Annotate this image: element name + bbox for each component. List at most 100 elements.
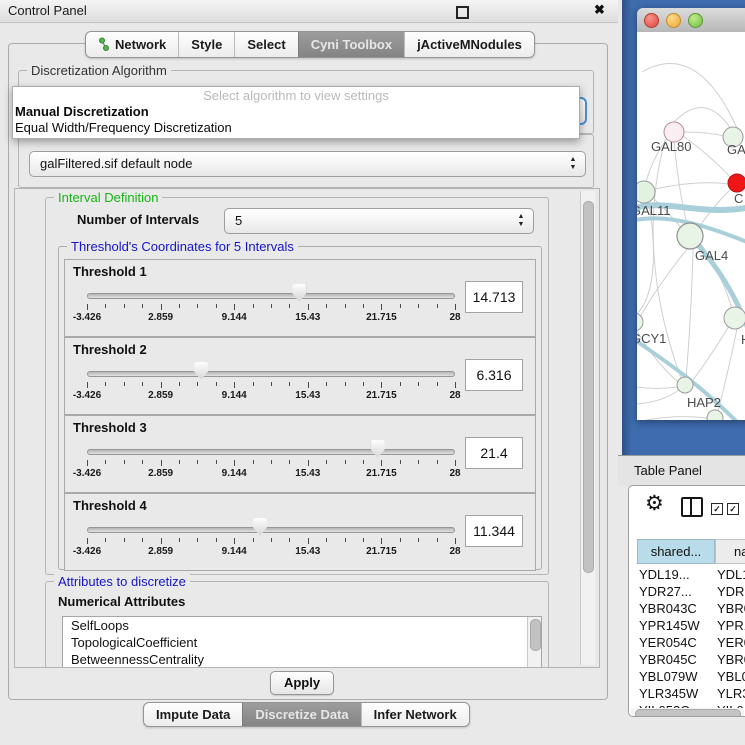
- node-partial-bottom[interactable]: [707, 410, 723, 420]
- zoom-traffic-light-icon[interactable]: [688, 13, 703, 28]
- tab-network[interactable]: Network: [86, 32, 178, 57]
- slider-tick-label: 9.144: [222, 312, 247, 323]
- threshold-1-value[interactable]: 14.713: [465, 281, 523, 313]
- tab-style[interactable]: Style: [178, 32, 234, 57]
- slider-tick: [437, 460, 438, 464]
- slider-thumb[interactable]: [371, 440, 385, 458]
- tab-impute-data-label: Impute Data: [156, 703, 230, 726]
- slider-tick: [216, 538, 217, 542]
- threshold-2-slider[interactable]: -3.4262.8599.14415.4321.71528: [87, 338, 455, 414]
- close-traffic-light-icon[interactable]: [644, 13, 659, 28]
- node-selected-red[interactable]: [728, 174, 745, 192]
- slider-tick-label: 28: [449, 546, 460, 557]
- network-icon: [98, 37, 110, 52]
- checkbox-icon[interactable]: ✓: [711, 503, 723, 515]
- apply-button[interactable]: Apply: [270, 671, 334, 695]
- split-pane-icon[interactable]: [681, 497, 703, 517]
- threshold-4-value[interactable]: 11.344: [465, 515, 523, 547]
- checkbox-icon[interactable]: ✓: [727, 503, 739, 515]
- threshold-4-panel: Threshold 4 -3.4262.8599.14415.4321.7152…: [64, 493, 536, 571]
- number-of-intervals-combobox[interactable]: 5 ▲▼: [224, 208, 534, 234]
- tab-cyni-toolbox-label: Cyni Toolbox: [311, 32, 392, 57]
- list-item[interactable]: BetweennessCentrality: [63, 651, 541, 668]
- slider-tick-label: -3.426: [73, 468, 101, 479]
- slider-thumb[interactable]: [253, 518, 267, 536]
- minimize-traffic-light-icon[interactable]: [666, 13, 681, 28]
- table-row[interactable]: YDL19...YDL1: [629, 566, 745, 583]
- close-icon[interactable]: ✖: [594, 2, 605, 18]
- node-gal4[interactable]: [677, 223, 703, 249]
- tab-impute-data[interactable]: Impute Data: [144, 703, 242, 726]
- threshold-3-value[interactable]: 21.4: [465, 437, 523, 469]
- slider-tick: [253, 538, 254, 542]
- cell-name: YLR3: [717, 685, 745, 702]
- table-row[interactable]: YBR045CYBR0: [629, 651, 745, 668]
- tab-cyni-toolbox[interactable]: Cyni Toolbox: [298, 32, 404, 57]
- list-scrollbar-thumb[interactable]: [530, 619, 541, 651]
- tab-style-label: Style: [191, 32, 222, 57]
- threshold-1-slider[interactable]: -3.4262.8599.14415.4321.71528: [87, 260, 455, 336]
- combo-arrows-icon: ▲▼: [568, 156, 578, 172]
- slider-tick: [345, 382, 346, 386]
- table-row[interactable]: YER054CYER0: [629, 634, 745, 651]
- tab-discretize-data[interactable]: Discretize Data: [242, 703, 360, 726]
- dropdown-option-manual[interactable]: Manual Discretization: [13, 104, 579, 120]
- threshold-3-slider[interactable]: -3.4262.8599.14415.4321.71528: [87, 416, 455, 492]
- slider-track[interactable]: [87, 293, 455, 299]
- threshold-4-slider[interactable]: -3.4262.8599.14415.4321.71528: [87, 494, 455, 570]
- slider-thumb[interactable]: [194, 362, 208, 380]
- numerical-attributes-list[interactable]: SelfLoops TopologicalCoefficient Between…: [62, 616, 542, 668]
- column-header-shared-name[interactable]: shared...: [637, 539, 715, 564]
- table-scrollbar-thumb[interactable]: [635, 709, 741, 717]
- slider-tick: [179, 382, 180, 386]
- node-h-partial[interactable]: [724, 307, 745, 329]
- slider-track[interactable]: [87, 371, 455, 377]
- dropdown-option-equal-width[interactable]: Equal Width/Frequency Discretization: [13, 120, 579, 136]
- slider-track[interactable]: [87, 449, 455, 455]
- node-hap2[interactable]: [677, 377, 693, 393]
- cell-name: YBR0: [717, 600, 745, 617]
- slider-tick-label: 21.715: [366, 546, 397, 557]
- table-panel-titlebar: Table Panel: [618, 455, 745, 486]
- slider-tick: [234, 304, 235, 310]
- list-scrollbar[interactable]: [527, 617, 541, 668]
- table-horizontal-scrollbar[interactable]: [631, 708, 744, 717]
- gear-icon[interactable]: ⚙: [645, 491, 664, 516]
- algorithm-dropdown-popup: Select algorithm to view settings Manual…: [12, 86, 580, 139]
- settings-scrollbar[interactable]: [580, 191, 595, 665]
- float-window-icon[interactable]: [456, 6, 469, 19]
- list-item[interactable]: TopologicalCoefficient: [63, 634, 541, 651]
- slider-tick: [400, 538, 401, 542]
- slider-track[interactable]: [87, 527, 455, 533]
- network-window-titlebar[interactable]: [637, 8, 745, 33]
- table-row[interactable]: YLR345WYLR3: [629, 685, 745, 702]
- cell-name: YPR1: [717, 617, 745, 634]
- slider-thumb[interactable]: [292, 284, 306, 302]
- slider-tick-label: 2.859: [148, 312, 173, 323]
- node-gal11[interactable]: [637, 181, 655, 203]
- settings-scrollbar-thumb[interactable]: [583, 201, 594, 573]
- list-item[interactable]: SelfLoops: [63, 617, 541, 634]
- tab-select-label: Select: [247, 32, 285, 57]
- slider-tick: [289, 304, 290, 308]
- table-data-combobox[interactable]: galFiltered.sif default node ▲▼: [29, 151, 586, 177]
- tab-select[interactable]: Select: [234, 32, 297, 57]
- slider-tick: [253, 304, 254, 308]
- cell-shared-name: YBR045C: [639, 651, 697, 668]
- tab-jactivemnodules[interactable]: jActiveMNodules: [404, 32, 534, 57]
- node-gcy1[interactable]: [637, 313, 643, 331]
- slider-tick: [271, 460, 272, 464]
- dropdown-prompt: Select algorithm to view settings: [13, 87, 579, 104]
- slider-tick: [179, 460, 180, 464]
- threshold-2-value[interactable]: 6.316: [465, 359, 523, 391]
- table-row[interactable]: YPR145WYPR1: [629, 617, 745, 634]
- table-row[interactable]: YBL079WYBL0: [629, 668, 745, 685]
- node-label-hap2: HAP2: [687, 395, 721, 410]
- slider-tick: [326, 304, 327, 308]
- column-header-name[interactable]: na: [715, 539, 745, 564]
- slider-tick: [87, 304, 88, 310]
- network-canvas[interactable]: GAL80 GA C GAL11 GAL4 GCY1 H HAP2: [637, 32, 745, 420]
- table-row[interactable]: YDR27...YDR2: [629, 583, 745, 600]
- tab-infer-network[interactable]: Infer Network: [361, 703, 469, 726]
- table-row[interactable]: YBR043CYBR0: [629, 600, 745, 617]
